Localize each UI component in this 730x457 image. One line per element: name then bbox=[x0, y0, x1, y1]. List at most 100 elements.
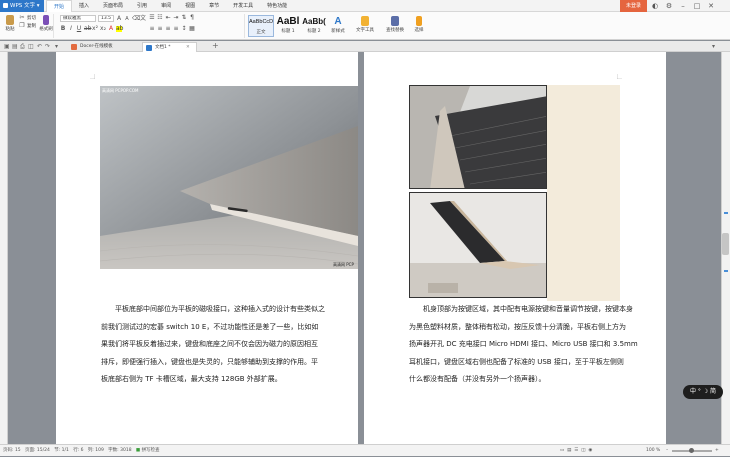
new-tab-button[interactable]: + bbox=[212, 42, 219, 50]
bold-button[interactable]: B bbox=[60, 26, 66, 32]
align-right-icon[interactable]: ≡ bbox=[165, 26, 171, 32]
strikethrough-icon[interactable]: ab bbox=[84, 26, 92, 32]
menu-tabs: 开始 插入 页面布局 引用 审阅 视图 章节 开发工具 特色功能 bbox=[46, 0, 294, 12]
dropdown-icon[interactable]: ▾ bbox=[55, 43, 58, 50]
paste-icon bbox=[6, 15, 14, 25]
tab-docer-templates[interactable]: Docer-在线模板 bbox=[68, 42, 119, 52]
paragraph-buttons-top: ☰ ☷ ⇤ ⇥ ⇅ ¶ bbox=[149, 15, 195, 21]
cut-button[interactable]: ✂ 剪切 bbox=[19, 15, 36, 22]
copy-button[interactable]: ❐ 复制 bbox=[19, 22, 36, 30]
tab-start[interactable]: 开始 bbox=[46, 0, 73, 12]
zoom-in-icon[interactable]: + bbox=[715, 445, 719, 457]
grow-font-icon[interactable]: A bbox=[116, 15, 122, 22]
font-color-icon[interactable]: A bbox=[108, 26, 114, 32]
text-tools-label: 文字工具 bbox=[356, 28, 374, 33]
align-center-icon[interactable]: ≡ bbox=[157, 26, 163, 32]
status-column: 列: 109 bbox=[87, 448, 104, 453]
scrollbar-thumb[interactable] bbox=[722, 233, 729, 255]
copy-icon: ❐ bbox=[19, 22, 25, 29]
show-marks-icon[interactable]: ¶ bbox=[189, 15, 195, 21]
increase-indent-icon[interactable]: ⇥ bbox=[173, 15, 179, 21]
font-group: 微软雅黑 13.5 A A ⌫ 文 B I U ab x² x₂ A ab ☰ … bbox=[57, 14, 245, 38]
text-tools-button[interactable]: 文字工具 bbox=[352, 16, 378, 33]
italic-button[interactable]: I bbox=[68, 26, 74, 32]
word-count[interactable]: 字数: 3018 bbox=[108, 448, 131, 453]
photo-watermark-bottom: 高清网 PCP bbox=[333, 262, 354, 267]
line-spacing-icon[interactable]: ↕ bbox=[181, 26, 187, 32]
justify-icon[interactable]: ≡ bbox=[173, 26, 179, 32]
page-view-icon[interactable]: ▭ bbox=[560, 448, 564, 453]
subscript-icon[interactable]: x₂ bbox=[100, 26, 106, 32]
save-icon[interactable]: ▣ bbox=[4, 43, 10, 50]
style-heading-1[interactable]: AaBl 标题 1 bbox=[275, 15, 301, 37]
tab-chapter[interactable]: 章节 bbox=[202, 0, 226, 12]
font-name-select[interactable]: 微软雅黑 bbox=[60, 15, 96, 22]
highlight-icon[interactable]: ab bbox=[116, 26, 124, 32]
text-tools-icon bbox=[361, 16, 369, 26]
zoom-level[interactable]: 100 % bbox=[646, 445, 660, 457]
web-view-icon[interactable]: ▤ bbox=[567, 448, 571, 453]
close-icon[interactable]: ✕ bbox=[704, 0, 718, 12]
status-section: 节: 1/1 bbox=[54, 448, 69, 453]
bullet-list-icon[interactable]: ☰ bbox=[149, 15, 155, 21]
tab-developer[interactable]: 开发工具 bbox=[226, 0, 260, 12]
select-button[interactable]: 选择 bbox=[410, 16, 428, 33]
font-size-select[interactable]: 13.5 bbox=[98, 15, 114, 22]
print-icon[interactable]: ⎙ bbox=[20, 43, 25, 50]
open-icon[interactable]: ▤ bbox=[12, 43, 18, 50]
superscript-icon[interactable]: x² bbox=[92, 26, 98, 32]
zoom-out-icon[interactable]: – bbox=[666, 445, 668, 457]
tab-insert[interactable]: 插入 bbox=[72, 0, 96, 12]
reading-view-icon[interactable]: ◫ bbox=[581, 448, 585, 453]
settings-icon[interactable]: ⚙ bbox=[662, 0, 676, 12]
find-replace-button[interactable]: 查找替换 bbox=[382, 16, 408, 33]
style-heading-2[interactable]: AaBb( 标题 2 bbox=[301, 15, 327, 37]
style-heading-2-sample: AaBb( bbox=[302, 17, 326, 26]
style-normal[interactable]: AaBbCcDd 正文 bbox=[248, 15, 274, 37]
paste-button[interactable]: 粘贴 bbox=[3, 15, 17, 32]
align-left-icon[interactable]: ≡ bbox=[149, 26, 155, 32]
tab-list-icon[interactable]: ▾ bbox=[712, 43, 715, 50]
skin-icon[interactable]: ◐ bbox=[648, 0, 662, 12]
word-doc-icon bbox=[146, 45, 152, 51]
borders-icon[interactable]: ▦ bbox=[189, 26, 195, 32]
preview-icon[interactable]: ◫ bbox=[28, 43, 34, 50]
numbered-list-icon[interactable]: ☷ bbox=[157, 15, 163, 21]
status-page: 页码: 15 bbox=[3, 448, 21, 453]
eye-protection-icon[interactable]: ◉ bbox=[588, 448, 592, 453]
tablet-photo: 高清网 PCPOP.COM 高清网 PCP bbox=[100, 86, 358, 269]
cursor-icon bbox=[416, 16, 422, 26]
view-mode-icons: ▭ ▤ ☰ ◫ ◉ bbox=[560, 445, 592, 457]
tab-document1[interactable]: 文档1 * ✕ bbox=[142, 42, 197, 52]
tab-features[interactable]: 特色功能 bbox=[260, 0, 294, 12]
phonetic-icon[interactable]: 文 bbox=[140, 15, 146, 22]
ime-indicator[interactable]: 中 ° ☽ 简 bbox=[683, 385, 723, 399]
sort-icon[interactable]: ⇅ bbox=[181, 15, 187, 21]
tab-page-layout[interactable]: 页面布局 bbox=[96, 0, 130, 12]
clear-format-icon[interactable]: ⌫ bbox=[132, 15, 140, 22]
style-normal-label: 正文 bbox=[256, 30, 266, 35]
undo-icon[interactable]: ↶ bbox=[37, 43, 42, 50]
minimize-icon[interactable]: – bbox=[676, 0, 690, 12]
tab-references[interactable]: 引用 bbox=[130, 0, 154, 12]
close-tab-icon[interactable]: ✕ bbox=[186, 45, 190, 50]
outline-view-icon[interactable]: ☰ bbox=[574, 448, 578, 453]
redo-icon[interactable]: ↷ bbox=[45, 43, 50, 50]
tab-view[interactable]: 视图 bbox=[178, 0, 202, 12]
login-button[interactable]: 未登录 bbox=[620, 0, 647, 12]
app-menu-button[interactable]: WPS 文字 ▾ bbox=[0, 0, 44, 12]
decrease-indent-icon[interactable]: ⇤ bbox=[165, 15, 171, 21]
underline-button[interactable]: U bbox=[76, 26, 82, 32]
restore-icon[interactable]: □ bbox=[690, 0, 704, 12]
text-box-background bbox=[547, 85, 620, 301]
format-painter-button[interactable]: 格式刷 bbox=[38, 15, 54, 32]
document-tab-bar: ▣ ▤ ⎙ ◫ ↶ ↷ ▾ Docer-在线模板 文档1 * ✕ + ▾ bbox=[0, 41, 730, 52]
shrink-font-icon[interactable]: A bbox=[124, 16, 130, 22]
new-style-button[interactable]: A 新样式 bbox=[327, 15, 349, 37]
brush-icon bbox=[43, 15, 49, 25]
zoom-slider-handle[interactable] bbox=[689, 448, 694, 453]
tab-review[interactable]: 审阅 bbox=[154, 0, 178, 12]
tab-document1-label: 文档1 * bbox=[155, 45, 171, 50]
spell-check-toggle[interactable]: 拼写检查 bbox=[142, 448, 160, 453]
paragraph-line: 什么都没有配备（并没有另外一个扬声器）。 bbox=[409, 375, 546, 384]
